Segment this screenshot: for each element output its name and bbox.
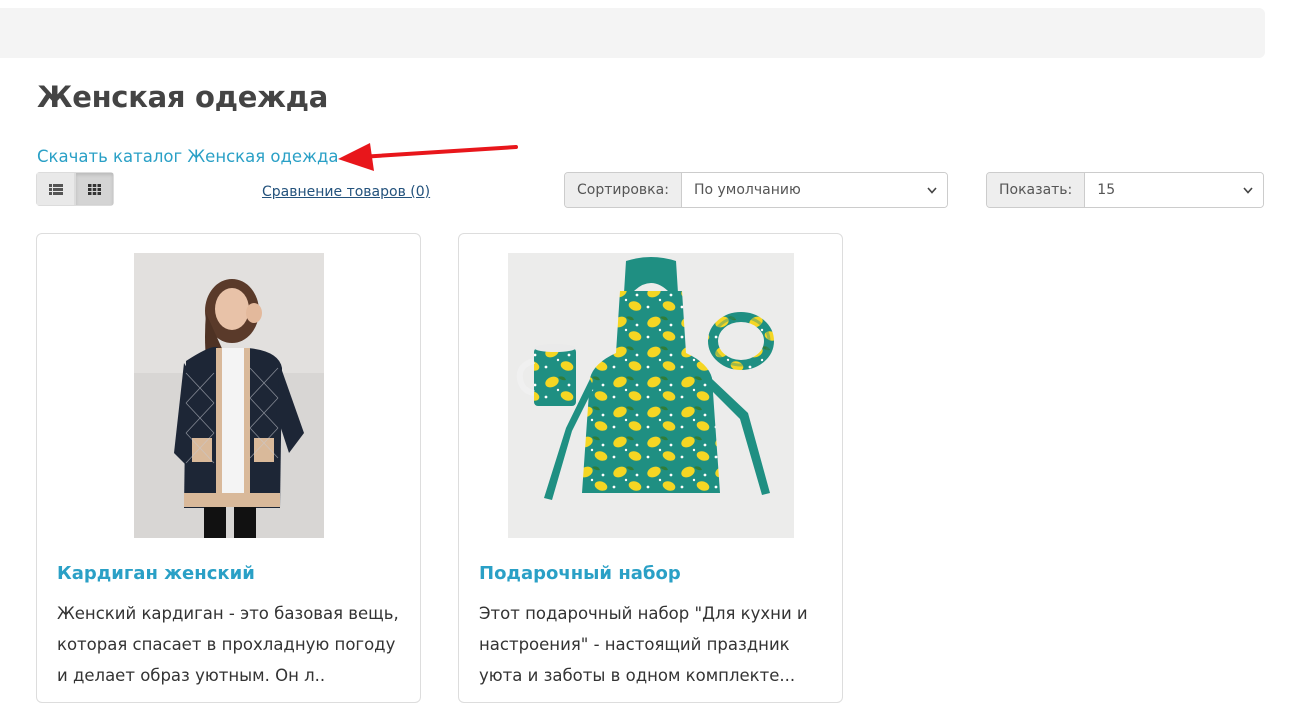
compare-products-link[interactable]: Сравнение товаров (0) [262, 184, 430, 200]
product-card: Подарочный набор Этот подарочный набор "… [458, 233, 843, 703]
sort-label: Сортировка: [565, 173, 682, 207]
product-title[interactable]: Кардиган женский [57, 563, 255, 584]
download-catalog-link[interactable]: Скачать каталог Женская одежда [37, 147, 338, 166]
page-title: Женская одежда [37, 80, 329, 114]
product-description: Женский кардиган - это базовая вещь, кот… [57, 604, 399, 685]
product-description: Этот подарочный набор "Для кухни и настр… [479, 604, 808, 685]
list-view-button[interactable] [36, 172, 75, 206]
limit-label: Показать: [987, 173, 1086, 207]
breadcrumb [0, 8, 1265, 58]
limit-control: Показать: 15 [986, 172, 1264, 208]
sort-control: Сортировка: По умолчанию [564, 172, 948, 208]
sort-select[interactable]: По умолчанию [681, 173, 947, 207]
product-title[interactable]: Подарочный набор [479, 563, 681, 584]
limit-select-value: 15 [1097, 182, 1116, 198]
annotation-arrow-icon [338, 143, 518, 171]
product-image-cardigan[interactable] [134, 253, 324, 538]
list-icon [48, 183, 63, 195]
product-card: Кардиган женский Женский кардиган - это … [36, 233, 421, 703]
chevron-down-icon [1243, 186, 1253, 194]
limit-select[interactable]: 15 [1085, 173, 1263, 207]
view-toggle [36, 172, 114, 206]
chevron-down-icon [927, 186, 937, 194]
product-image-gift-set[interactable] [508, 253, 794, 538]
grid-icon [88, 183, 101, 195]
sort-select-value: По умолчанию [693, 182, 801, 198]
grid-view-button[interactable] [75, 172, 114, 206]
